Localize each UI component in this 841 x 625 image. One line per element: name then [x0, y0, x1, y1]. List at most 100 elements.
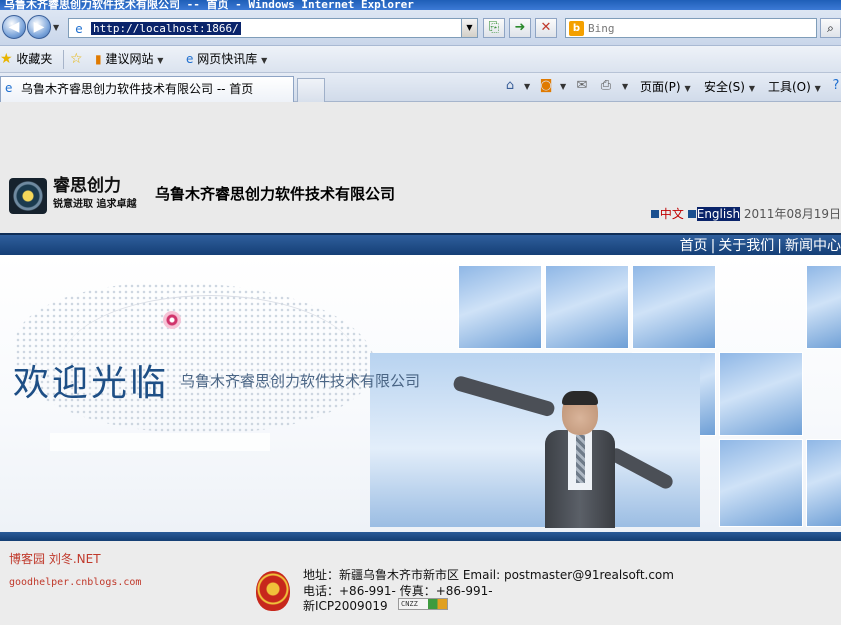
banner-glow — [50, 433, 270, 451]
nav-news-link[interactable]: 新闻中心 — [785, 238, 841, 254]
search-button[interactable]: ⌕ — [820, 18, 841, 38]
police-emblem-icon[interactable] — [256, 571, 290, 611]
nav-links: 首页 | 关于我们 | 新闻中心 — [680, 236, 841, 256]
nav-about-link[interactable]: 关于我们 — [718, 238, 774, 254]
tab-title: 乌鲁木齐睿思创力软件技术有限公司 -- 首页 — [21, 82, 254, 96]
sky-tile — [458, 265, 542, 349]
feeds-dropdown-icon[interactable]: ▼ — [560, 78, 566, 96]
mail-icon[interactable]: ✉ — [574, 78, 590, 94]
suggested-sites-icon: ▮ — [95, 52, 102, 66]
arrow-icon — [687, 210, 696, 218]
suggested-sites-caret-icon: ▼ — [157, 56, 164, 65]
window-title: 乌鲁木齐睿思创力软件技术有限公司 -- 首页 - Windows Interne… — [4, 0, 414, 10]
forward-button[interactable]: ▶ — [27, 15, 51, 39]
blog-url-link[interactable]: goodhelper.cnblogs.com — [9, 576, 141, 590]
tools-menu-caret-icon: ▼ — [814, 84, 821, 93]
safety-menu-caret-icon: ▼ — [748, 84, 755, 93]
page-menu-caret-icon: ▼ — [684, 84, 691, 93]
nav-home-link[interactable]: 首页 — [680, 238, 708, 254]
web-page: 睿思创力 锐意进取 追求卓越 乌鲁木齐睿思创力软件技术有限公司 中文 Engli… — [0, 102, 841, 625]
search-field[interactable]: b Bing — [565, 18, 817, 38]
chinese-link[interactable]: 中文 — [660, 207, 684, 221]
favorites-button[interactable]: ★ 收藏夹 — [0, 51, 52, 68]
favorites-divider — [63, 50, 64, 69]
sky-tile — [545, 265, 629, 349]
back-arrow-icon: ◀ — [8, 19, 20, 35]
tools-menu-label: 工具(O) — [768, 80, 811, 94]
add-favorite-star-icon: ☆ — [70, 51, 83, 67]
company-logo-icon[interactable] — [9, 178, 47, 214]
home-dropdown-icon[interactable]: ▼ — [524, 78, 530, 96]
print-icon[interactable]: ⎙ — [598, 78, 614, 94]
address-url[interactable]: http://localhost:1866/ — [91, 22, 241, 35]
web-slice-label: 网页快讯库 — [197, 52, 258, 66]
company-name: 乌鲁木齐睿思创力软件技术有限公司 — [155, 185, 396, 203]
sky-tile — [806, 265, 841, 349]
stop-x-icon: ✕ — [540, 20, 552, 35]
back-button[interactable]: ◀ — [2, 15, 26, 39]
history-dropdown-button[interactable]: ▼ — [53, 24, 63, 32]
forward-arrow-icon: ▶ — [33, 19, 45, 35]
help-icon[interactable]: ? — [828, 78, 841, 94]
tab-current[interactable]: e 乌鲁木齐睿思创力软件技术有限公司 -- 首页 — [0, 76, 294, 102]
welcome-banner: 欢迎光临 乌鲁木齐睿思创力软件技术有限公司 — [0, 255, 841, 532]
banner-photo-collage — [370, 265, 841, 528]
suggested-sites-link[interactable]: ▮ 建议网站 ▼ — [95, 51, 163, 68]
page-icon: e — [75, 22, 83, 36]
favorites-bar: ★ 收藏夹 ☆ ▮ 建议网站 ▼ e 网页快讯库 ▼ — [0, 46, 841, 73]
english-link[interactable]: English — [696, 207, 741, 221]
suggested-sites-label: 建议网站 — [105, 52, 154, 66]
location-pin-icon — [163, 311, 181, 329]
compatibility-view-button[interactable]: ⎘ — [483, 18, 505, 38]
address-field[interactable]: e http://localhost:1866/ ▼ — [68, 18, 478, 38]
cnzz-stats-badge[interactable]: CNZZ — [398, 598, 448, 610]
logo-slogan: 锐意进取 追求卓越 — [53, 199, 137, 210]
language-switcher: 中文 English 2011年08月19日 — [650, 206, 841, 222]
nav-separator: | — [777, 238, 782, 254]
bing-logo-icon: b — [569, 21, 584, 36]
home-icon[interactable]: ⌂ — [502, 78, 518, 94]
blog-name-link[interactable]: 博客园 刘冬.NET — [9, 551, 101, 567]
print-dropdown-icon[interactable]: ▼ — [622, 78, 628, 96]
stop-button[interactable]: ✕ — [535, 18, 557, 38]
site-nav: 首页 | 关于我们 | 新闻中心 — [0, 233, 841, 255]
favorites-label: 收藏夹 — [16, 52, 53, 66]
footer-divider — [0, 532, 841, 541]
site-header: 睿思创力 锐意进取 追求卓越 乌鲁木齐睿思创力软件技术有限公司 中文 Engli… — [0, 102, 841, 230]
welcome-heading: 欢迎光临 — [13, 363, 170, 404]
safety-menu-label: 安全(S) — [704, 80, 745, 94]
tools-menu[interactable]: 工具(O) ▼ — [768, 78, 821, 96]
sky-tile — [806, 439, 841, 527]
go-arrow-icon: ➜ — [514, 20, 526, 35]
search-placeholder: Bing — [588, 22, 615, 35]
icp-number[interactable]: 新ICP2009019 — [303, 598, 388, 614]
sky-tile — [719, 352, 803, 436]
current-date: 2011年08月19日 — [743, 207, 841, 221]
sky-tile — [719, 439, 803, 527]
sky-tile — [632, 265, 716, 349]
arrow-icon — [650, 210, 659, 218]
phone-fax-line: 电话：+86-991- 传真：+86-991- — [303, 584, 493, 598]
compatibility-icon: ⎘ — [488, 20, 500, 35]
businessman-hair — [562, 391, 598, 405]
address-toolbar: ◀ ▶ ▼ e http://localhost:1866/ ▼ ⎘ ➜ ✕ b… — [0, 10, 841, 46]
search-icon: ⌕ — [827, 21, 834, 35]
tab-page-icon: e — [5, 81, 13, 95]
web-slice-icon: e — [186, 52, 194, 66]
safety-menu[interactable]: 安全(S) ▼ — [704, 78, 755, 96]
new-tab-button[interactable] — [297, 78, 325, 102]
address-line: 地址：新疆乌鲁木齐市新市区 Email: postmaster@91realso… — [303, 568, 674, 582]
address-dropdown-button[interactable]: ▼ — [461, 19, 477, 37]
add-favorite-button[interactable]: ☆ — [70, 51, 83, 68]
page-menu[interactable]: 页面(P) ▼ — [640, 78, 691, 96]
logo-name: 睿思创力 — [53, 176, 121, 196]
favorites-star-icon: ★ — [0, 51, 13, 67]
web-slice-caret-icon: ▼ — [261, 56, 268, 65]
page-menu-label: 页面(P) — [640, 80, 681, 94]
go-button[interactable]: ➜ — [509, 18, 531, 38]
window-title-bar: 乌鲁木齐睿思创力软件技术有限公司 -- 首页 - Windows Interne… — [0, 0, 841, 10]
web-slice-gallery-link[interactable]: e 网页快讯库 ▼ — [186, 51, 267, 68]
site-footer: 博客园 刘冬.NET goodhelper.cnblogs.com 地址：新疆乌… — [0, 541, 841, 625]
nav-separator: | — [710, 238, 716, 254]
feeds-icon[interactable]: ◙ — [538, 78, 554, 94]
